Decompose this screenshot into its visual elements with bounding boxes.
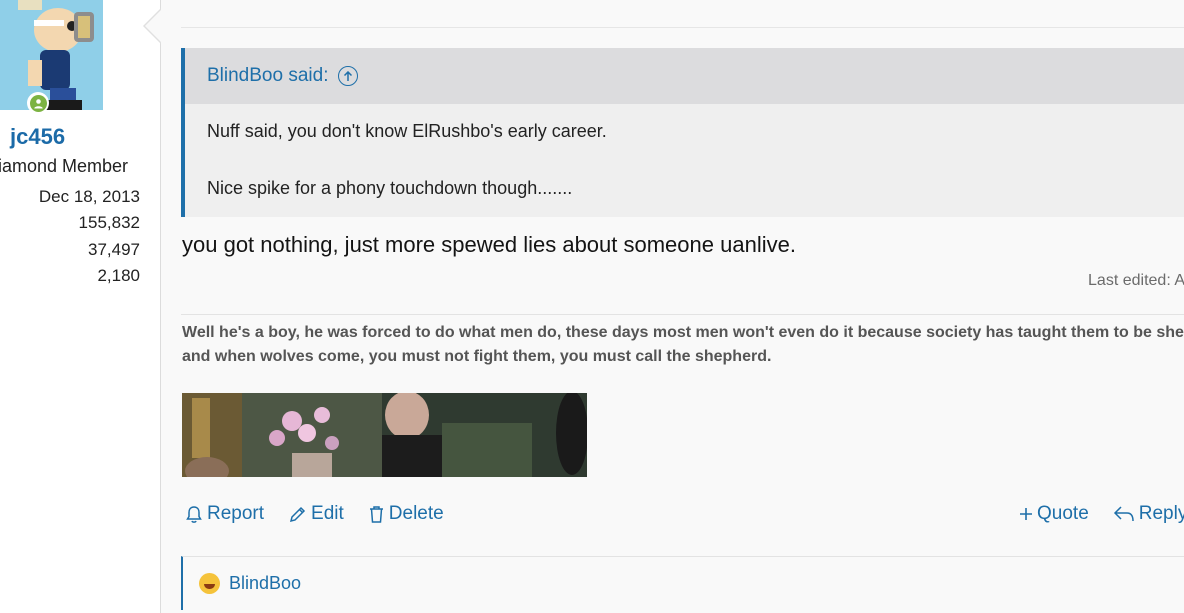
post-actions-left: Report Edit Delete bbox=[185, 503, 468, 525]
quote-button[interactable]: Quote bbox=[1019, 503, 1089, 525]
delete-button[interactable]: Delete bbox=[368, 503, 444, 525]
user-online-icon bbox=[33, 98, 43, 108]
pencil-icon bbox=[290, 506, 306, 522]
online-status-indicator bbox=[27, 92, 49, 114]
user-title: Diamond Member bbox=[0, 156, 129, 176]
quote-label: Quote bbox=[1037, 503, 1089, 524]
bell-icon bbox=[186, 505, 202, 523]
quote-line: Nuff said, you don't know ElRushbo's ear… bbox=[207, 121, 607, 141]
avatar-image bbox=[0, 0, 103, 110]
jump-to-quote-icon[interactable] bbox=[338, 66, 359, 86]
signature-photo bbox=[182, 393, 587, 477]
reactions-bar[interactable]: BlindBoo bbox=[181, 556, 1184, 610]
quote-line: Nice spike for a phony touchdown though.… bbox=[207, 178, 573, 198]
plus-icon bbox=[1020, 508, 1032, 520]
report-button[interactable]: Report bbox=[185, 503, 264, 525]
quote-header[interactable]: BlindBoo said: bbox=[185, 48, 1184, 104]
user-info-panel: jc456 Diamond Member Dec 18, 2013 155,83… bbox=[0, 0, 160, 613]
reply-arrow-icon bbox=[1113, 506, 1134, 522]
quote-author-link[interactable]: BlindBoo said: bbox=[207, 65, 328, 87]
avatar[interactable] bbox=[0, 0, 103, 110]
message-body: BlindBoo said: Nuff said, you don't know… bbox=[160, 0, 1184, 613]
message-count: 155,832 bbox=[78, 213, 140, 232]
reply-button[interactable]: Reply bbox=[1113, 503, 1184, 525]
header-divider bbox=[181, 27, 1184, 28]
joined-date: Dec 18, 2013 bbox=[38, 187, 140, 206]
message-arrow-fill bbox=[145, 9, 162, 43]
reaction-users-link[interactable]: BlindBoo bbox=[229, 573, 301, 594]
report-label: Report bbox=[207, 503, 265, 524]
signature-image bbox=[182, 393, 587, 477]
post-text: you got nothing, just more spewed lies a… bbox=[182, 232, 796, 257]
edit-button[interactable]: Edit bbox=[288, 503, 344, 525]
delete-label: Delete bbox=[388, 503, 444, 524]
last-edited-label: Last edited: A bbox=[1088, 272, 1184, 289]
reaction-score: 37,497 bbox=[88, 240, 140, 259]
reply-label: Reply bbox=[1138, 503, 1184, 524]
username-link[interactable]: jc456 bbox=[10, 124, 65, 150]
signature-text: Well he's a boy, he was forced to do wha… bbox=[182, 324, 1184, 365]
arrow-up-icon bbox=[344, 70, 353, 81]
quote-block: BlindBoo said: Nuff said, you don't know… bbox=[181, 48, 1184, 217]
edit-label: Edit bbox=[311, 503, 344, 524]
trash-icon bbox=[369, 505, 383, 523]
points-count: 2,180 bbox=[97, 266, 140, 285]
forum-post: jc456 Diamond Member Dec 18, 2013 155,83… bbox=[0, 0, 1184, 613]
post-actions-right: Quote Reply bbox=[1019, 503, 1184, 525]
signature-divider bbox=[181, 314, 1184, 315]
laughing-emoji-icon bbox=[199, 573, 220, 594]
